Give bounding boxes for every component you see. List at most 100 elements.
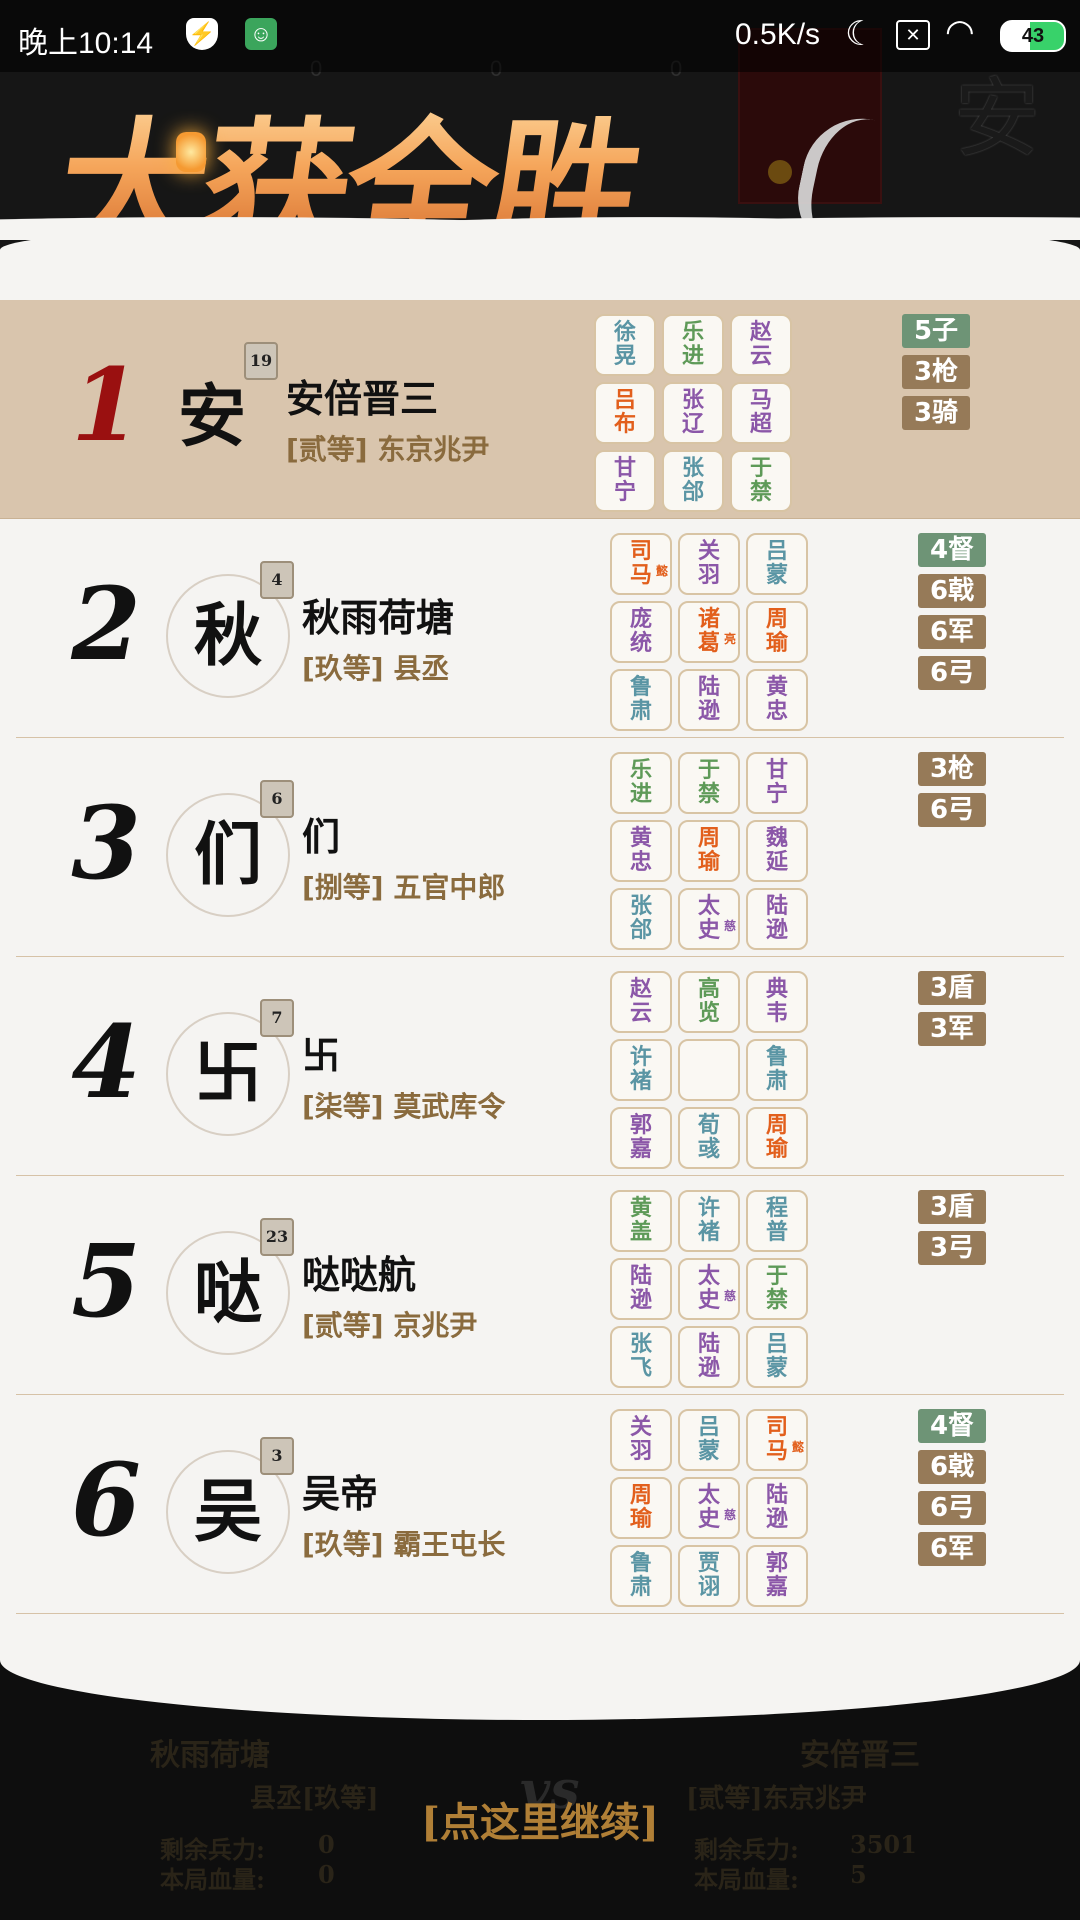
footer-panel[interactable]: 秋雨荷塘 县丞[玖等] 剩余兵力: 0 本局血量: 0 vs [点这里继续] 安… xyxy=(0,1620,1080,1920)
general-card[interactable]: 程 普 xyxy=(746,1190,808,1252)
general-card[interactable]: 黄 盖 xyxy=(610,1190,672,1252)
ranking-row[interactable]: 3 们 6 们 [捌等] 五官中郎乐 进于 禁甘 宁黄 忠周 瑜魏 延张 郃太 史慈陆 … xyxy=(16,738,1064,957)
general-name: 于 禁 xyxy=(697,758,720,807)
ranking-row[interactable]: 6 吴 3 吴帝 [玖等] 霸王屯长关 羽吕 蒙司 马懿周 瑜太 史慈陆 逊鲁 肃贾 诩… xyxy=(16,1395,1064,1614)
coin-icon xyxy=(768,160,792,184)
general-card[interactable]: 周 瑜 xyxy=(746,1107,808,1169)
ranking-row[interactable]: 1 安 19 安倍晋三 [贰等] 东京兆尹徐 晃乐 进赵 云吕 布张 辽马 超甘 宁张 … xyxy=(0,300,1080,519)
bonus-badges: 3枪 6弓 xyxy=(918,752,988,834)
general-card[interactable]: 马 超 xyxy=(730,382,792,444)
general-card[interactable]: 吕 蒙 xyxy=(678,1409,740,1471)
general-card[interactable]: 关 羽 xyxy=(610,1409,672,1471)
general-suffix: 亮 xyxy=(723,632,736,646)
general-card[interactable]: 诸 葛亮 xyxy=(678,601,740,663)
battery-icon: 43 xyxy=(1000,20,1066,52)
continue-button[interactable]: [点这里继续] xyxy=(0,1790,1080,1848)
general-name: 陆 逊 xyxy=(629,1264,652,1313)
general-name: 乐 进 xyxy=(681,320,704,369)
general-name: 关 羽 xyxy=(629,1415,652,1464)
player-rank-title: [贰等] 东京兆尹 xyxy=(286,433,490,466)
general-name: 太 史 xyxy=(697,1483,720,1532)
general-card[interactable]: 周 瑜 xyxy=(746,601,808,663)
general-card[interactable]: 黄 忠 xyxy=(610,820,672,882)
general-card[interactable]: 于 禁 xyxy=(678,752,740,814)
opponent-hp-label: 本局血量: xyxy=(160,1865,265,1894)
general-name: 张 郃 xyxy=(629,894,652,943)
general-card[interactable]: 典 韦 xyxy=(746,971,808,1033)
general-card[interactable]: 甘 宁 xyxy=(594,450,656,512)
general-name: 典 韦 xyxy=(765,977,788,1026)
general-card[interactable]: 于 禁 xyxy=(730,450,792,512)
bonus-badge: 6弓 xyxy=(918,793,986,827)
general-card[interactable]: 高 览 xyxy=(678,971,740,1033)
player-name: 们 xyxy=(302,815,341,859)
general-card[interactable]: 太 史慈 xyxy=(678,1477,740,1539)
general-card[interactable]: 赵 云 xyxy=(730,314,792,376)
general-card[interactable]: 荀 彧 xyxy=(678,1107,740,1169)
general-name: 陆 逊 xyxy=(765,1483,788,1532)
general-card[interactable]: 于 禁 xyxy=(746,1258,808,1320)
ranking-row[interactable]: 5 哒 23 哒哒航 [贰等] 京兆尹黄 盖许 褚程 普陆 逊太 史慈于 禁张 飞陆 逊… xyxy=(16,1176,1064,1395)
ranking-row[interactable]: 4 卐 7 卐 [柒等] 莫武库令赵 云高 览典 韦许 褚鲁 肃郭 嘉荀 彧周 瑜 3盾 3… xyxy=(16,957,1064,1176)
general-name: 周 瑜 xyxy=(697,826,720,875)
player-hp: 5 xyxy=(850,1860,867,1889)
general-card[interactable]: 贾 诩 xyxy=(678,1545,740,1607)
bonus-badge: 6弓 xyxy=(918,1491,986,1525)
general-card[interactable]: 庞 统 xyxy=(610,601,672,663)
general-card[interactable]: 乐 进 xyxy=(610,752,672,814)
general-grid: 徐 晃 乐 进 赵 云吕 布 张 辽 马 超甘 宁 张 郃 于 禁 xyxy=(594,314,796,512)
general-card[interactable]: 司 马懿 xyxy=(610,533,672,595)
general-name: 陆 逊 xyxy=(697,1332,720,1381)
general-suffix: 慈 xyxy=(723,1508,736,1522)
general-card[interactable]: 郭 嘉 xyxy=(610,1107,672,1169)
general-name: 魏 延 xyxy=(765,826,788,875)
general-card[interactable]: 郭 嘉 xyxy=(746,1545,808,1607)
general-card[interactable]: 鲁 肃 xyxy=(610,669,672,731)
general-card[interactable]: 陆 逊 xyxy=(610,1258,672,1320)
general-card[interactable]: 吕 蒙 xyxy=(746,533,808,595)
bonus-badges: 4督 6戟 6军 6弓 xyxy=(918,533,988,697)
general-card[interactable]: 甘 宁 xyxy=(746,752,808,814)
general-card[interactable]: 鲁 肃 xyxy=(746,1039,808,1101)
general-card[interactable]: 张 飞 xyxy=(610,1326,672,1388)
general-card[interactable]: 周 瑜 xyxy=(678,820,740,882)
general-name: 郭 嘉 xyxy=(629,1113,652,1162)
general-name: 周 瑜 xyxy=(629,1483,652,1532)
general-card[interactable]: 关 羽 xyxy=(678,533,740,595)
general-card[interactable]: 太 史慈 xyxy=(678,1258,740,1320)
general-card[interactable]: 张 郃 xyxy=(610,888,672,950)
general-card[interactable]: 周 瑜 xyxy=(610,1477,672,1539)
general-card[interactable]: 乐 进 xyxy=(662,314,724,376)
general-name: 乐 进 xyxy=(629,758,652,807)
general-card[interactable]: 司 马懿 xyxy=(746,1409,808,1471)
bonus-badge: 3盾 xyxy=(918,1190,986,1224)
general-card[interactable]: 陆 逊 xyxy=(746,1477,808,1539)
general-name: 陆 逊 xyxy=(697,675,720,724)
general-card[interactable]: 太 史慈 xyxy=(678,888,740,950)
general-card[interactable]: 许 褚 xyxy=(678,1190,740,1252)
general-card[interactable]: 吕 蒙 xyxy=(746,1326,808,1388)
general-card[interactable]: 张 辽 xyxy=(662,382,724,444)
general-card[interactable]: 张 郃 xyxy=(662,450,724,512)
rank-number: 2 xyxy=(71,565,141,683)
general-name: 司 马 xyxy=(765,1415,788,1464)
general-name: 关 羽 xyxy=(697,539,720,588)
general-card[interactable]: 陆 逊 xyxy=(678,669,740,731)
empty-slot[interactable] xyxy=(678,1039,740,1101)
general-grid: 赵 云 高 览 典 韦许 褚 鲁 肃郭 嘉 荀 彧 周 瑜 xyxy=(610,971,812,1169)
general-card[interactable]: 黄 忠 xyxy=(746,669,808,731)
general-card[interactable]: 陆 逊 xyxy=(678,1326,740,1388)
bonus-badges: 5子 3枪 3骑 xyxy=(902,314,972,437)
general-card[interactable]: 陆 逊 xyxy=(746,888,808,950)
general-name: 甘 宁 xyxy=(765,758,788,807)
general-card[interactable]: 吕 布 xyxy=(594,382,656,444)
general-name: 荀 彧 xyxy=(697,1113,720,1162)
ranking-row[interactable]: 2 秋 4 秋雨荷塘 [玖等] 县丞司 马懿关 羽吕 蒙庞 统诸 葛亮周 瑜鲁 肃陆 逊… xyxy=(16,519,1064,738)
general-card[interactable]: 魏 延 xyxy=(746,820,808,882)
general-card[interactable]: 鲁 肃 xyxy=(610,1545,672,1607)
bonus-badges: 3盾 3弓 xyxy=(918,1190,988,1272)
general-card[interactable]: 许 褚 xyxy=(610,1039,672,1101)
general-card[interactable]: 赵 云 xyxy=(610,971,672,1033)
ink-edge xyxy=(0,1620,1080,1720)
general-card[interactable]: 徐 晃 xyxy=(594,314,656,376)
